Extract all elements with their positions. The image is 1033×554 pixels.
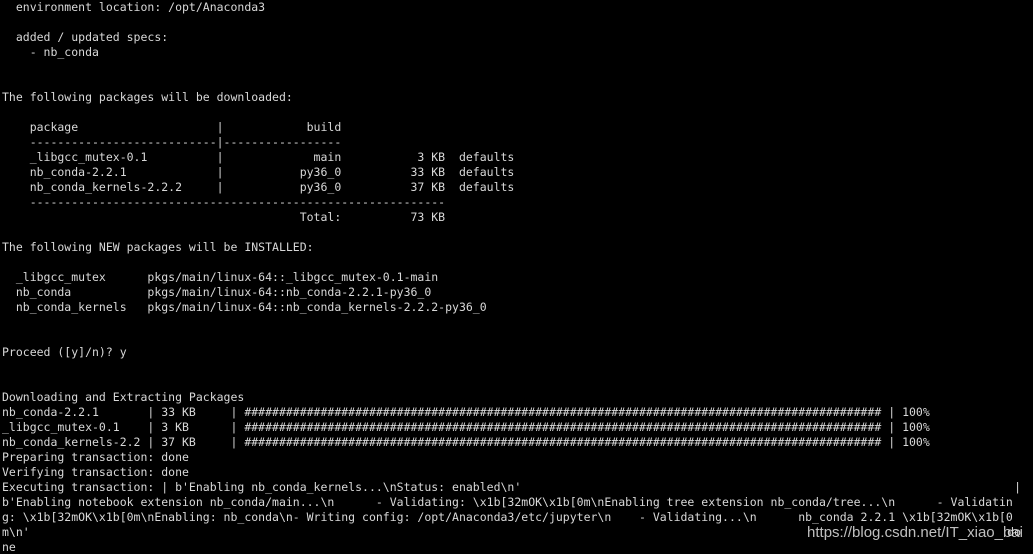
terminal-output: environment location: /opt/Anaconda3 add… xyxy=(2,0,1033,554)
terminal-line: Downloading and Extracting Packages xyxy=(2,390,245,404)
terminal-line: Total: 73 KB xyxy=(2,210,446,224)
terminal-line: added / updated specs: xyxy=(2,30,169,44)
terminal-line: Preparing transaction: done xyxy=(2,450,189,464)
terminal-line: b'Enabling notebook extension nb_conda/m… xyxy=(2,495,1013,509)
terminal-line: nb_conda_kernels-2.2 | 37 KB | #########… xyxy=(2,435,930,449)
terminal-line: - nb_conda xyxy=(2,45,99,59)
terminal-line: nb_conda-2.2.1 | py36_0 33 KB defaults xyxy=(2,165,515,179)
terminal-line: g: \x1b[32mOK\x1b[0m\nEnabling: nb_conda… xyxy=(2,510,1013,524)
spinner-indicator: | xyxy=(1014,480,1021,494)
terminal-line: ne xyxy=(2,540,16,554)
terminal-window[interactable]: environment location: /opt/Anaconda3 add… xyxy=(0,0,1033,554)
terminal-line: nb_conda_kernels pkgs/main/linux-64::nb_… xyxy=(2,300,487,314)
watermark-url: https://blog.csdn.net/IT_xiao_bai xyxy=(807,524,1023,541)
terminal-line: _libgcc_mutex pkgs/main/linux-64::_libgc… xyxy=(2,270,439,284)
terminal-line: _libgcc_mutex-0.1 | main 3 KB defaults xyxy=(2,150,515,164)
terminal-line: nb_conda-2.2.1 | 33 KB | ###############… xyxy=(2,405,930,419)
terminal-line: package | build xyxy=(2,120,342,134)
terminal-line: Verifying transaction: done xyxy=(2,465,189,479)
terminal-line: environment location: /opt/Anaconda3 xyxy=(2,0,266,14)
terminal-line: The following packages will be downloade… xyxy=(2,90,293,104)
terminal-line: ----------------------------------------… xyxy=(2,195,446,209)
terminal-line: The following NEW packages will be INSTA… xyxy=(2,240,314,254)
terminal-line: Proceed ([y]/n)? y xyxy=(2,345,127,359)
terminal-line: _libgcc_mutex-0.1 | 3 KB | #############… xyxy=(2,420,930,434)
terminal-line: nb_conda pkgs/main/linux-64::nb_conda-2.… xyxy=(2,285,432,299)
terminal-line: ---------------------------|------------… xyxy=(2,135,342,149)
terminal-line: Executing transaction: | b'Enabling nb_c… xyxy=(2,480,522,494)
terminal-line: nb_conda_kernels-2.2.2 | py36_0 37 KB de… xyxy=(2,180,515,194)
